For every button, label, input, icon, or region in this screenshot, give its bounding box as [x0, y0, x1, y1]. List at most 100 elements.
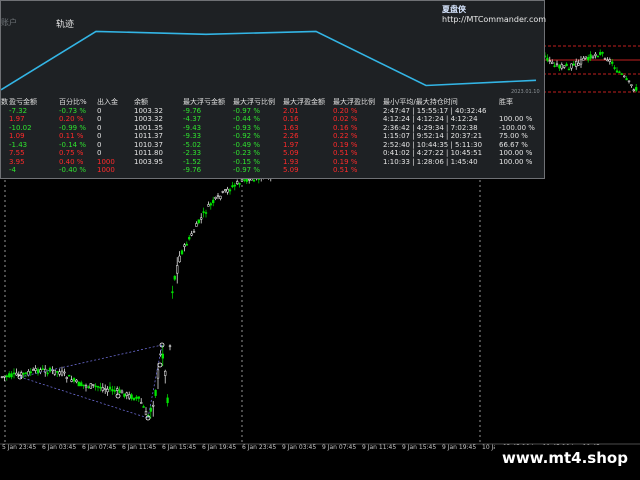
candle-body [608, 59, 611, 62]
candle-body [630, 84, 633, 87]
stats-cell: -2.33 [183, 149, 202, 157]
stats-cell: 5.09 [283, 149, 299, 157]
pattern-upper-line [19, 344, 163, 378]
candle-body [558, 65, 561, 69]
stats-cell: 75.00 % [499, 132, 528, 140]
candle-body [32, 369, 35, 371]
candle-body [553, 65, 556, 67]
stats-cell: 0 [97, 149, 102, 157]
stats-header-cell: 最大浮盈金额 [283, 98, 325, 106]
stats-header-cell: 余额 [134, 98, 148, 106]
candle-body [96, 386, 100, 388]
stats-cell: 0.20 % [333, 106, 358, 115]
candle-body [63, 371, 66, 374]
stats-cell: 1010.37 [134, 140, 163, 149]
stats-cell: 4:12:24 | 4:12:24 | 4:12:24 [383, 115, 478, 123]
stats-cell: -0.15 % [233, 157, 260, 166]
candle-body [65, 377, 68, 379]
candle-body [87, 386, 90, 388]
stats-cell: 100.00 % [499, 157, 533, 166]
stats-header-cell: 最大浮亏比例 [233, 98, 275, 106]
candle-body [80, 382, 83, 387]
candle-body [613, 67, 616, 69]
stats-cell: 1001.35 [134, 123, 163, 132]
candle-body [164, 370, 167, 376]
time-axis-label: 6 Jan 07:45 [82, 444, 117, 451]
candle-body [584, 56, 587, 59]
stats-cell: 100.00 % [499, 149, 533, 157]
candle-body [68, 374, 71, 377]
watermark-text: www.mt4.shop [495, 445, 635, 471]
stats-cell: -0.73 % [59, 106, 86, 115]
time-axis-label: 9 Jan 19:45 [442, 444, 477, 451]
candle-body [116, 388, 119, 391]
stats-cell: 1003.32 [134, 115, 163, 123]
stats-row: 3.95 0.40 % 1000 1003.95 -1.52 -0.15 % 1.93 0.1… [1, 158, 545, 167]
stats-cell: 1.97 [283, 140, 299, 149]
stats-cell: -9.76 [183, 166, 202, 174]
candle-body [8, 373, 11, 378]
candle-body [161, 353, 164, 359]
candle-body [171, 291, 174, 294]
candle-body [41, 368, 44, 370]
stats-header-cell: 胜率 [499, 98, 513, 106]
stats-cell: 0 [97, 132, 102, 140]
candle-body [200, 217, 203, 220]
stats-cell: 2.01 [283, 106, 299, 115]
stats-panel[interactable]: 夏盘侠http://MTCommander.com 账户 轨迹 2023.01.… [0, 0, 546, 179]
stats-table: 数盈亏金额 百分比% 出入金 余额 最大浮亏金额 最大浮亏比例 最大浮盈金额 最大浮盈比例 最小… [1, 98, 545, 175]
stats-cell: -4 [9, 166, 16, 174]
candle-body [579, 59, 583, 65]
candle-body [152, 404, 155, 407]
stats-header-cell: 出入金 [97, 98, 118, 106]
candle-body [572, 63, 575, 66]
candle-body [565, 63, 568, 67]
time-axis-label: 9 Jan 07:45 [322, 444, 357, 451]
candle-body [168, 345, 172, 348]
stats-cell: -0.97 % [233, 166, 260, 174]
candle-body [221, 191, 224, 193]
candle-body [570, 63, 573, 69]
candle-body [623, 75, 626, 78]
candle-body [252, 179, 256, 182]
stats-cell: -0.49 % [233, 140, 260, 149]
candle-body [180, 250, 184, 255]
time-axis-label: 5 Jan 23:45 [2, 444, 37, 451]
time-axis-label: 6 Jan 11:45 [122, 444, 157, 451]
stats-row: -1.43 -0.14 % 0 1010.37 -5.02 -0.49 % 1.97 0.19… [1, 141, 545, 150]
candle-body [231, 185, 234, 188]
stats-header-cell: 最大浮亏金额 [183, 98, 225, 106]
candle-body [243, 179, 246, 181]
stats-cell: 0.19 % [333, 157, 358, 166]
time-axis-label: 9 Jan 11:45 [362, 444, 397, 451]
candle-body [204, 212, 208, 214]
stats-cell: -7.32 [9, 106, 28, 115]
stats-cell: 5.09 [283, 166, 299, 174]
candle-body [70, 379, 73, 382]
candle-body [567, 68, 571, 71]
candle-body [137, 396, 140, 399]
stats-cell: 0.16 [283, 115, 299, 123]
candle-body [209, 203, 212, 206]
stats-cell: 1:10:33 | 1:28:06 | 1:45:40 [383, 157, 478, 166]
stats-cell: 1011.80 [134, 149, 163, 157]
triangle-pattern [17, 342, 165, 421]
stats-row: 7.55 0.75 % 0 1011.80 -2.33 -0.23 % 5.09 0.51 %… [1, 149, 545, 158]
stats-cell: -0.40 % [59, 166, 86, 174]
candle-body [58, 371, 61, 375]
candle-body [89, 383, 92, 389]
stats-cell: 0 [97, 115, 102, 123]
stats-cell: 0.11 % [59, 132, 84, 140]
stats-row: -4 -0.40 % 1000 -9.76 -0.97 % 5.09 0.51 % [1, 166, 545, 175]
stats-cell: -0.97 % [233, 106, 260, 115]
candle-body [113, 390, 116, 392]
stats-header-cell: 百分比% [59, 98, 87, 106]
candle-body [596, 55, 599, 58]
candle-body [154, 389, 157, 396]
candle-body [125, 392, 128, 396]
candle-body [104, 388, 107, 390]
stats-cell: 1000 [97, 166, 115, 174]
candle-body [0, 376, 4, 378]
candle-body [144, 411, 148, 416]
candle-body [3, 375, 6, 378]
